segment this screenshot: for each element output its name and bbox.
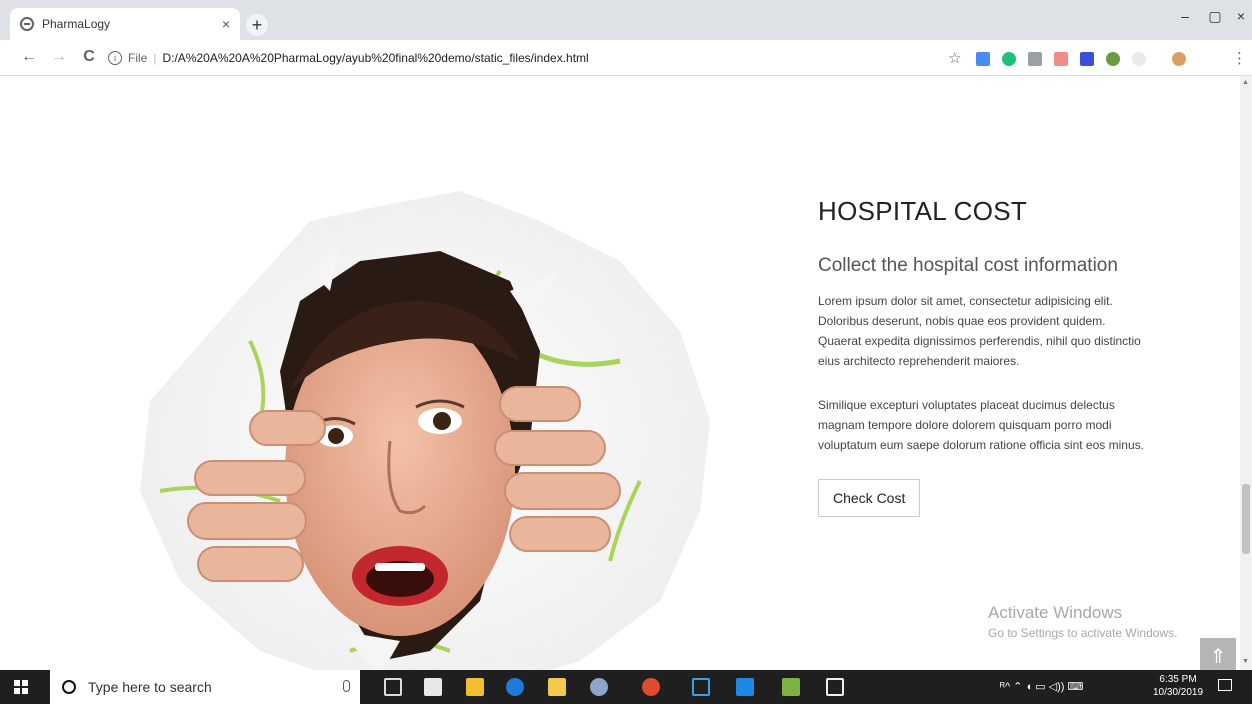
section-subheading: Collect the hospital cost information <box>818 255 1118 276</box>
globe-icon <box>20 17 34 31</box>
close-window-button[interactable]: × <box>1226 8 1252 24</box>
windows-taskbar: Type here to search ᴿ^ ⌃ ◖ ▭ ◁)) ⌨ 6:35 … <box>0 670 1252 704</box>
address-url[interactable]: D:/A%20A%20A%20PharmaLogy/ayub%20final%2… <box>162 51 588 65</box>
hero-image <box>140 191 710 670</box>
extension-icon[interactable] <box>1080 52 1094 66</box>
app-icon[interactable] <box>692 678 710 696</box>
browser-tab[interactable]: PharmaLogy × <box>10 8 240 40</box>
task-view-icon[interactable] <box>384 678 402 696</box>
back-button[interactable]: ← <box>18 48 40 66</box>
taskbar-search-input[interactable]: Type here to search <box>50 670 360 704</box>
photos-icon[interactable] <box>826 678 844 696</box>
body-paragraph: Similique excepturi voluptates placeat d… <box>818 398 1144 452</box>
windows-start-icon[interactable] <box>14 680 28 694</box>
page-scrollbar[interactable]: ▲ ▼ <box>1240 76 1252 670</box>
extension-icon[interactable] <box>1002 52 1016 66</box>
image-editor-icon[interactable] <box>782 678 800 696</box>
taskbar-clock[interactable]: 6:35 PM 10/30/2019 <box>1153 673 1203 699</box>
address-separator: | <box>153 51 157 65</box>
new-tab-button[interactable]: + <box>246 14 268 36</box>
system-tray[interactable]: ᴿ^ ⌃ ◖ ▭ ◁)) ⌨ <box>1000 680 1083 693</box>
scroll-down-arrow-icon[interactable]: ▼ <box>1242 658 1249 665</box>
edge-icon[interactable] <box>506 678 524 696</box>
minimize-button[interactable]: – <box>1170 8 1200 24</box>
extension-icon[interactable] <box>1054 52 1068 66</box>
watermark-subtitle: Go to Settings to activate Windows. <box>988 626 1178 640</box>
extension-icon[interactable] <box>1106 52 1120 66</box>
tab-title: PharmaLogy <box>42 17 111 31</box>
search-placeholder: Type here to search <box>88 679 212 695</box>
back-to-top-button[interactable]: ⇑ <box>1200 638 1236 670</box>
microphone-icon[interactable] <box>343 680 350 692</box>
scrollbar-thumb[interactable] <box>1242 484 1250 554</box>
section-heading: HOSPITAL COST <box>818 196 1028 226</box>
paint-icon[interactable] <box>590 678 608 696</box>
browser-tab-strip: PharmaLogy × + – ▢ × <box>0 0 1252 40</box>
scroll-up-arrow-icon[interactable]: ▲ <box>1242 79 1249 86</box>
cortana-icon <box>62 680 76 694</box>
extension-icon[interactable] <box>976 52 990 66</box>
vscode-icon[interactable] <box>736 678 754 696</box>
address-scheme: File <box>128 51 148 65</box>
address-bar[interactable]: i File | D:/A%20A%20A%20PharmaLogy/ayub%… <box>108 46 968 70</box>
activation-watermark: Activate Windows Go to Settings to activ… <box>988 603 1177 640</box>
check-cost-button[interactable]: Check Cost <box>818 479 921 517</box>
file-explorer-icon[interactable] <box>548 678 566 696</box>
clock-time: 6:35 PM <box>1159 674 1197 685</box>
extension-icon[interactable] <box>1028 52 1042 66</box>
info-icon[interactable]: i <box>108 51 122 65</box>
watermark-title: Activate Windows <box>988 603 1123 622</box>
bookmark-star-icon[interactable]: ☆ <box>948 49 961 67</box>
extension-icon[interactable] <box>1132 52 1146 66</box>
profile-avatar[interactable] <box>1172 52 1186 66</box>
chrome-icon[interactable] <box>642 678 660 696</box>
browser-toolbar: ← → C i File | D:/A%20A%20A%20PharmaLogy… <box>0 40 1252 76</box>
page-viewport: HOSPITAL COST Collect the hospital cost … <box>0 76 1240 670</box>
browser-menu-icon[interactable]: ⋮ <box>1232 49 1247 67</box>
notification-center-icon[interactable] <box>1218 679 1232 691</box>
hospital-cost-section: HOSPITAL COST Collect the hospital cost … <box>818 196 1148 517</box>
reload-button[interactable]: C <box>78 48 100 66</box>
body-paragraph: Lorem ipsum dolor sit amet, consectetur … <box>818 294 1141 368</box>
store-icon[interactable] <box>466 678 484 696</box>
mail-icon[interactable] <box>424 678 442 696</box>
clock-date: 10/30/2019 <box>1153 687 1204 698</box>
forward-button[interactable]: → <box>48 48 70 66</box>
tab-close-button[interactable]: × <box>222 16 230 32</box>
